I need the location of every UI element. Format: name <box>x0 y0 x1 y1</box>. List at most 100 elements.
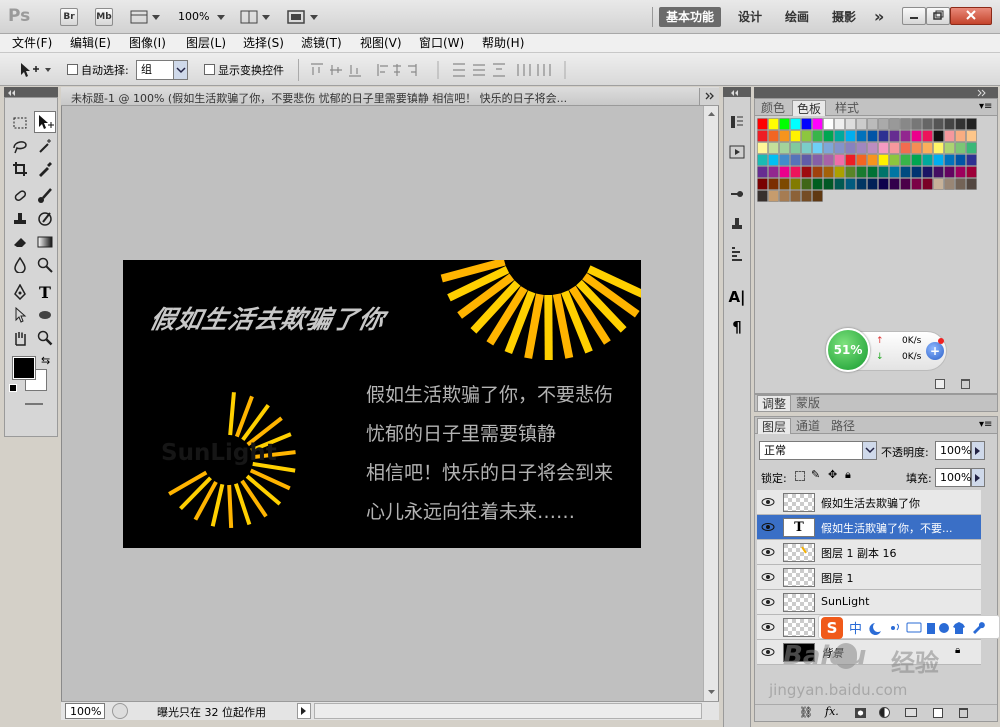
swatch[interactable] <box>956 167 966 178</box>
swatch[interactable] <box>890 131 900 142</box>
layer-style-icon[interactable]: fx. <box>825 705 839 718</box>
ime-tools-icon[interactable]: 中 <box>849 620 999 636</box>
swatch[interactable] <box>923 167 933 178</box>
path-selection-tool-icon[interactable] <box>9 304 31 326</box>
fill-slider-arrow[interactable] <box>971 468 985 487</box>
foreground-color-swatch[interactable] <box>13 357 35 379</box>
swatch[interactable] <box>923 179 933 190</box>
panel-collapse-icon[interactable] <box>699 88 719 105</box>
swatch[interactable] <box>967 131 977 142</box>
tab-adjustments[interactable]: 调整 <box>757 395 791 411</box>
clone-source-panel-icon[interactable] <box>726 213 748 235</box>
swatch[interactable] <box>791 143 801 154</box>
swatch[interactable] <box>857 167 867 178</box>
network-speed-widget[interactable]: 51% ↑ 0K/s ↓ 0K/s + <box>827 331 947 371</box>
character-panel-icon[interactable]: A| <box>726 286 748 308</box>
menu-help[interactable]: 帮助(H) <box>482 35 524 51</box>
swatch[interactable] <box>824 143 834 154</box>
paragraph-panel-icon[interactable]: ¶ <box>726 316 748 338</box>
swatch[interactable] <box>769 179 779 190</box>
trash-icon[interactable] <box>961 379 970 389</box>
type-tool-icon[interactable]: T <box>34 281 56 303</box>
swatch[interactable] <box>813 191 823 202</box>
swatch[interactable] <box>945 155 955 166</box>
swatch[interactable] <box>769 155 779 166</box>
swatch[interactable] <box>967 167 977 178</box>
swatch[interactable] <box>802 155 812 166</box>
menu-edit[interactable]: 编辑(E) <box>70 35 111 51</box>
lock-transparent-icon[interactable] <box>795 471 805 481</box>
swatch[interactable] <box>780 167 790 178</box>
swatch[interactable] <box>780 155 790 166</box>
swatch[interactable] <box>956 131 966 142</box>
swatch[interactable] <box>791 131 801 142</box>
swatch[interactable] <box>835 179 845 190</box>
swatch[interactable] <box>835 119 845 130</box>
eye-icon[interactable] <box>761 596 775 608</box>
pen-tool-icon[interactable] <box>9 281 31 303</box>
swatch-grid[interactable] <box>757 118 981 202</box>
history-panel-icon[interactable] <box>726 111 748 133</box>
swatch[interactable] <box>857 131 867 142</box>
swatch[interactable] <box>890 143 900 154</box>
tab-color[interactable]: 颜色 <box>757 100 789 116</box>
panel-menu-icon[interactable]: ▾≡ <box>979 101 992 112</box>
eyedropper-tool-icon[interactable] <box>34 158 56 180</box>
magic-wand-tool-icon[interactable] <box>34 135 56 157</box>
swatch[interactable] <box>879 119 889 130</box>
swatch[interactable] <box>791 191 801 202</box>
fill-input[interactable]: 100% <box>935 468 971 487</box>
hand-tool-icon[interactable] <box>9 327 31 349</box>
eye-icon[interactable] <box>761 496 775 508</box>
zoom-dropdown[interactable]: 100% <box>178 10 226 26</box>
zoom-tool-icon[interactable] <box>34 327 56 349</box>
swatch[interactable] <box>813 143 823 154</box>
swatch[interactable] <box>758 191 768 202</box>
swatch[interactable] <box>824 155 834 166</box>
swatch[interactable] <box>890 179 900 190</box>
swatch[interactable] <box>758 179 768 190</box>
layer-row[interactable]: SunLight <box>757 590 981 615</box>
swatch[interactable] <box>934 167 944 178</box>
swatch[interactable] <box>791 179 801 190</box>
layer-row[interactable]: 图层 1 <box>757 565 981 590</box>
menu-filter[interactable]: 滤镜(T) <box>301 35 342 51</box>
swatch[interactable] <box>758 131 768 142</box>
screen-mode-dropdown[interactable] <box>286 8 320 26</box>
mini-bridge-button[interactable]: Mb <box>95 8 113 26</box>
workspace-design[interactable]: 设计 <box>738 7 762 27</box>
show-transform-checkbox[interactable] <box>204 64 215 75</box>
view-extras-dropdown[interactable] <box>130 8 162 26</box>
dodge-tool-icon[interactable] <box>34 254 56 276</box>
swatch[interactable] <box>857 119 867 130</box>
swatch[interactable] <box>791 119 801 130</box>
lock-move-icon[interactable]: ✥ <box>828 468 837 481</box>
swatch[interactable] <box>923 155 933 166</box>
zoom-field[interactable]: 100% <box>65 703 105 719</box>
swatch[interactable] <box>945 167 955 178</box>
swatch[interactable] <box>769 167 779 178</box>
swatch[interactable] <box>824 179 834 190</box>
more-workspaces-button[interactable]: » <box>874 7 884 27</box>
swatch[interactable] <box>901 143 911 154</box>
opacity-slider-arrow[interactable] <box>971 441 985 460</box>
swatch[interactable] <box>901 119 911 130</box>
brush-presets-panel-icon[interactable] <box>726 183 748 205</box>
marquee-tool-icon[interactable] <box>9 112 31 134</box>
default-colors-icon[interactable] <box>9 384 17 392</box>
swatch[interactable] <box>857 155 867 166</box>
tab-channels[interactable]: 通道 <box>792 418 824 434</box>
lock-all-icon[interactable]: 🔒︎ <box>845 468 851 482</box>
swatch[interactable] <box>901 179 911 190</box>
lock-brush-icon[interactable]: ✎ <box>811 468 820 481</box>
layer-row-selected[interactable]: T 假如生活欺骗了你，不要... <box>757 515 981 540</box>
move-tool-icon[interactable] <box>34 111 56 133</box>
vertical-scrollbar[interactable] <box>703 106 718 701</box>
swatch[interactable] <box>967 143 977 154</box>
swatch[interactable] <box>835 167 845 178</box>
swatch[interactable] <box>758 119 768 130</box>
swatch[interactable] <box>824 119 834 130</box>
swatch[interactable] <box>901 155 911 166</box>
swatch[interactable] <box>912 155 922 166</box>
swatch[interactable] <box>791 167 801 178</box>
